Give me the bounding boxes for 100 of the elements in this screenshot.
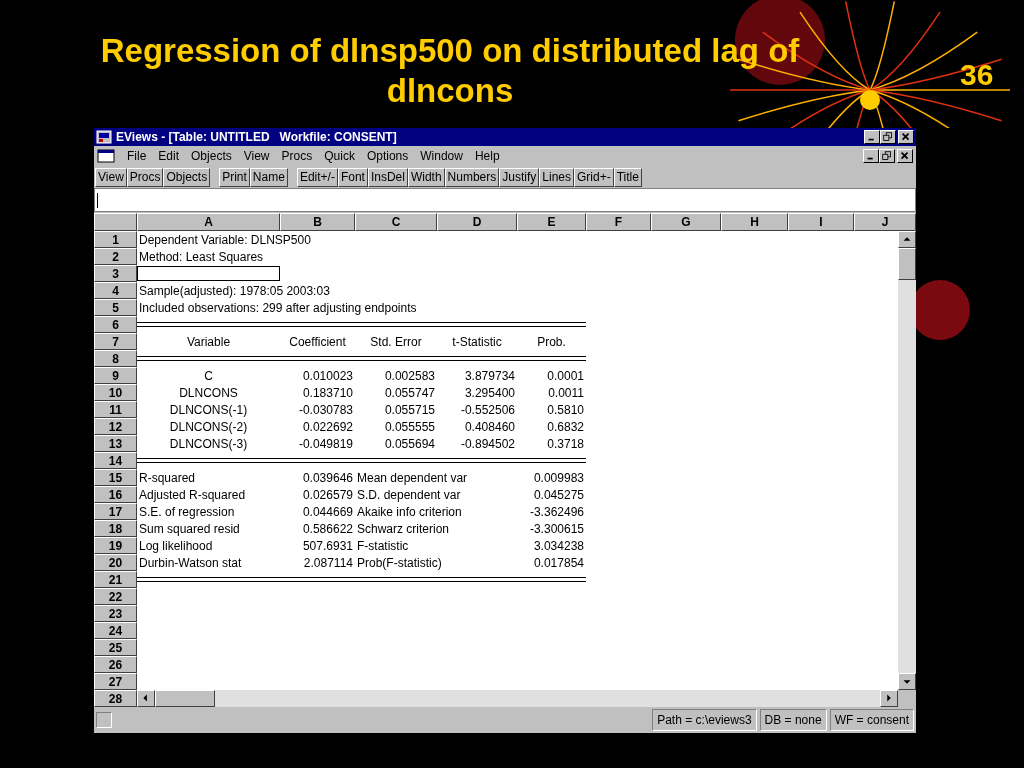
toolbar-button[interactable]: View — [95, 167, 127, 187]
table-cell-text: -0.030783 — [297, 402, 354, 417]
table-cell-text: 0.055694 — [383, 436, 436, 451]
table-cell-text: S.D. dependent var — [356, 487, 462, 502]
table-cell-text: 3.879734 — [463, 368, 516, 383]
column-header[interactable]: D — [437, 213, 517, 231]
table-cell-text: Durbin-Watson stat — [138, 555, 243, 570]
table-cell-text: 0.0001 — [546, 368, 585, 383]
table-cell-text: F-statistic — [356, 538, 410, 553]
table-cell-text: Prob. — [536, 334, 567, 349]
toolbar-button[interactable]: Font — [337, 167, 368, 187]
slide-number: 36 — [960, 58, 994, 92]
table-cell-text: Included observations: 299 after adjusting endpoints — [138, 300, 418, 315]
table-cell-text: DLNCONS(-2) — [168, 419, 249, 434]
row-number: 12 — [94, 418, 137, 435]
row-number: 19 — [94, 537, 137, 554]
table-cell-text: R-squared — [138, 470, 197, 485]
menu-item[interactable]: Edit — [158, 149, 180, 163]
table-cell-text: 0.039646 — [301, 470, 354, 485]
table-cell-text: 0.055715 — [383, 402, 436, 417]
toolbar-button[interactable]: Name — [249, 167, 288, 187]
row-number: 18 — [94, 520, 137, 537]
column-header[interactable]: A — [137, 213, 280, 231]
column-header[interactable]: F — [586, 213, 651, 231]
toolbar-button[interactable]: Grid+- — [574, 167, 614, 187]
menu-item[interactable]: Window — [420, 149, 463, 163]
row-number: 17 — [94, 503, 137, 520]
table-cell-text: Method: Least Squares — [138, 249, 265, 264]
table-cell-text: Coefficient — [288, 334, 347, 349]
toolbar-button[interactable]: Lines — [539, 167, 574, 187]
toolbar-button[interactable]: Print — [219, 167, 250, 187]
table-cell-text: 0.586622 — [301, 521, 354, 536]
table-cell-text: -3.362496 — [528, 504, 585, 519]
row-number: 22 — [94, 588, 137, 605]
toolbar-button[interactable]: Title — [613, 167, 642, 187]
row-number: 9 — [94, 367, 137, 384]
table-cell-text: S.E. of regression — [138, 504, 236, 519]
table-cell-text: 0.010023 — [301, 368, 354, 383]
menu-item[interactable]: View — [243, 149, 270, 163]
menu-item[interactable]: Objects — [191, 149, 232, 163]
row-number: 11 — [94, 401, 137, 418]
toolbar-button[interactable]: Width — [407, 167, 445, 187]
table-cell-text: Prob(F-statistic) — [356, 555, 443, 570]
row-number: 23 — [94, 605, 137, 622]
table-cell-text: 0.026579 — [301, 487, 354, 502]
row-number: 21 — [94, 571, 137, 588]
table-cell-text: 0.045275 — [532, 487, 585, 502]
table-cell-text: C — [203, 368, 214, 383]
window-title: EViews - [Table: UNTITLED Workfile: CONSENT] — [116, 130, 398, 144]
table-cell-text: 0.183710 — [301, 385, 354, 400]
menu-item[interactable]: Quick — [324, 149, 355, 163]
row-number: 20 — [94, 554, 137, 571]
toolbar-button[interactable]: InsDel — [367, 167, 408, 187]
column-header[interactable]: C — [355, 213, 437, 231]
column-header[interactable]: G — [651, 213, 721, 231]
row-number: 16 — [94, 486, 137, 503]
table-cell-text: Sum squared resid — [138, 521, 241, 536]
table-cell-text: 0.5810 — [546, 402, 585, 417]
row-number: 4 — [94, 282, 137, 299]
row-number: 24 — [94, 622, 137, 639]
column-header[interactable]: H — [721, 213, 788, 231]
table-cell-text: 3.295400 — [463, 385, 516, 400]
table-cell-text: DLNCONS — [178, 385, 239, 400]
row-number: 13 — [94, 435, 137, 452]
table-cell-text: 0.3718 — [546, 436, 585, 451]
table-cell-text: 0.055555 — [383, 419, 436, 434]
table-cell-text: Variable — [185, 334, 232, 349]
row-number: 27 — [94, 673, 137, 690]
toolbar-button[interactable]: Objects — [163, 167, 211, 187]
row-number: 1 — [94, 231, 137, 248]
row-number: 3 — [94, 265, 137, 282]
row-number: 26 — [94, 656, 137, 673]
status-pane: WF = consent — [829, 709, 914, 731]
menu-item[interactable]: Help — [474, 149, 500, 163]
row-number: 25 — [94, 639, 137, 656]
table-cell-text: -0.552506 — [459, 402, 516, 417]
column-header[interactable]: J — [854, 213, 916, 231]
table-cell-text: DLNCONS(-3) — [168, 436, 249, 451]
column-header[interactable]: E — [517, 213, 586, 231]
toolbar-button[interactable]: Justify — [499, 167, 540, 187]
toolbar-button[interactable]: Edit+/- — [296, 167, 338, 187]
table-cell-text: 0.022692 — [301, 419, 354, 434]
row-number: 5 — [94, 299, 137, 316]
table-cell-text: 3.034238 — [532, 538, 585, 553]
table-cell-text: Sample(adjusted): 1978:05 2003:03 — [138, 283, 331, 298]
column-header[interactable]: I — [788, 213, 854, 231]
menu-item[interactable]: Options — [366, 149, 409, 163]
row-number: 6 — [94, 316, 137, 333]
table-cell-text: 0.009983 — [532, 470, 585, 485]
column-header[interactable]: B — [280, 213, 355, 231]
menu-item[interactable]: File — [127, 149, 147, 163]
toolbar-button[interactable]: Numbers — [444, 167, 500, 187]
table-cell-text: 0.0011 — [547, 385, 585, 400]
toolbar-button[interactable]: Procs — [126, 167, 164, 187]
table-cell-text: Log likelihood — [138, 538, 214, 553]
menu-item[interactable]: Procs — [281, 149, 313, 163]
row-number: 10 — [94, 384, 137, 401]
status-pane: Path = c:\eviews3 — [652, 709, 757, 731]
table-cell-text: 0.044669 — [301, 504, 354, 519]
table-cell-text: Std. Error — [369, 334, 423, 349]
